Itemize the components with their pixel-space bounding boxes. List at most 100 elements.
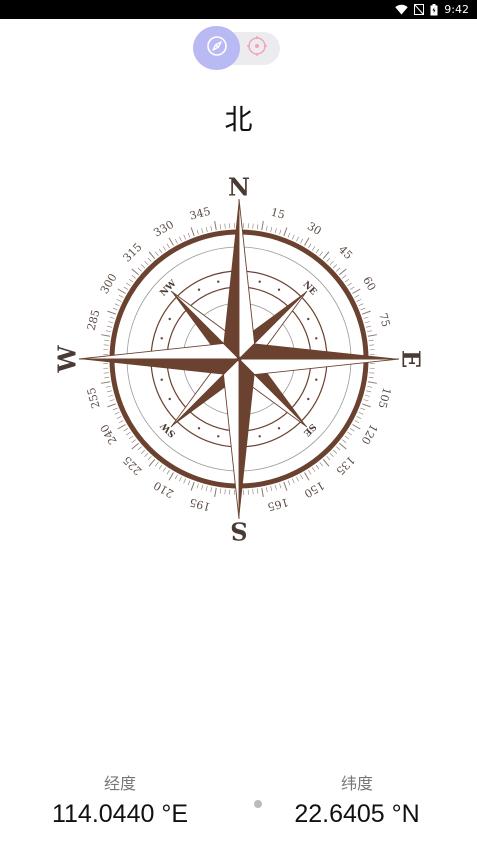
target-mode-button[interactable] (243, 34, 271, 62)
major-point-dark (79, 359, 239, 375)
tick-mark (187, 480, 191, 486)
tick-mark (261, 487, 264, 497)
tick-mark (162, 467, 166, 472)
major-point-dark (239, 359, 255, 519)
cardinal-label: W (56, 344, 82, 373)
tick-mark (363, 316, 369, 319)
tick-mark (104, 376, 110, 379)
tick-mark (179, 236, 182, 242)
degree-label: 330 (151, 218, 176, 240)
tick-mark (333, 449, 338, 454)
ring-dot (197, 288, 201, 291)
tick-mark (219, 488, 222, 494)
tick-mark (326, 257, 331, 262)
tick-mark (108, 394, 114, 397)
tick-mark (296, 236, 299, 242)
degree-label: 105 (375, 386, 393, 410)
tick-mark (104, 339, 110, 342)
tick-mark (131, 275, 136, 279)
tick-mark (201, 228, 204, 234)
degree-label: 15 (270, 206, 287, 222)
longitude-value: 114.0440 °E (51, 800, 189, 828)
tick-mark (123, 428, 129, 432)
tick-mark (300, 238, 304, 244)
tick-mark (168, 472, 174, 481)
tick-mark (347, 432, 352, 436)
tick-mark (187, 232, 191, 238)
tick-mark (190, 481, 195, 491)
mode-toggle[interactable] (193, 26, 280, 70)
tick-mark (109, 316, 115, 319)
tick-mark (112, 407, 118, 411)
major-point-dark (223, 199, 239, 359)
cardinal-label: E (397, 350, 423, 368)
tick-mark (358, 303, 364, 306)
tick-mark (322, 459, 330, 467)
tick-mark (354, 420, 360, 424)
tick-mark (117, 288, 126, 294)
ring-dot (160, 337, 163, 340)
target-icon (246, 35, 268, 61)
tick-mark (361, 310, 371, 315)
degree-label: 135 (333, 453, 357, 477)
tick-mark (347, 282, 352, 286)
tick-mark (363, 399, 369, 402)
tick-mark (261, 221, 264, 231)
degree-label: 225 (121, 453, 145, 477)
tick-mark (368, 376, 374, 379)
ring-dot (160, 378, 163, 381)
compass-rose: 15 30 45 60 75 105 120135 150 165 195 210 225240 255… (56, 176, 422, 542)
tick-mark (367, 381, 377, 384)
tick-mark (128, 435, 134, 440)
tick-mark (329, 453, 334, 458)
tick-mark (114, 412, 120, 415)
ring-dot (217, 435, 220, 438)
major-point-light (238, 198, 256, 361)
tick-mark (367, 385, 373, 388)
tick-mark (105, 330, 111, 333)
tick-mark (210, 225, 213, 231)
tick-mark (304, 472, 310, 481)
tick-mark (137, 446, 142, 451)
compass-mode-button[interactable] (193, 26, 240, 70)
tick-mark (344, 278, 350, 283)
tick-mark (107, 403, 117, 408)
ring-dot (197, 427, 201, 430)
tick-mark (339, 442, 347, 450)
tick-mark (352, 424, 361, 430)
cardinal-label: N (228, 176, 250, 202)
tick-mark (326, 456, 331, 461)
tick-mark (319, 462, 323, 467)
tick-mark (155, 462, 159, 467)
tick-mark (131, 439, 136, 443)
rose-center (236, 356, 242, 362)
tick-mark (342, 439, 347, 443)
ring-dot (315, 337, 318, 340)
tick-mark (274, 484, 277, 490)
ring-dot (258, 435, 261, 438)
tick-mark (101, 334, 111, 337)
tick-mark (333, 264, 338, 269)
tick-mark (367, 330, 373, 333)
tick-mark (366, 325, 372, 328)
tick-mark (112, 307, 118, 311)
tick-mark (270, 486, 273, 492)
tick-mark (356, 416, 362, 419)
tick-mark (304, 237, 310, 246)
tick-mark (147, 456, 152, 461)
tick-mark (356, 299, 362, 302)
degree-label: 240 (98, 422, 120, 447)
tick-mark (118, 420, 124, 424)
degree-label: 255 (85, 386, 103, 410)
tick-mark (358, 412, 364, 415)
tick-mark (315, 464, 320, 470)
tick-mark (354, 294, 360, 298)
tick-mark (118, 294, 124, 298)
tick-mark (196, 229, 199, 235)
tick-mark (101, 381, 111, 384)
tick-mark (308, 243, 312, 249)
major-point-light (78, 342, 241, 360)
degree-label: 45 (336, 243, 355, 262)
tick-mark (166, 243, 170, 249)
tick-mark (364, 321, 370, 324)
